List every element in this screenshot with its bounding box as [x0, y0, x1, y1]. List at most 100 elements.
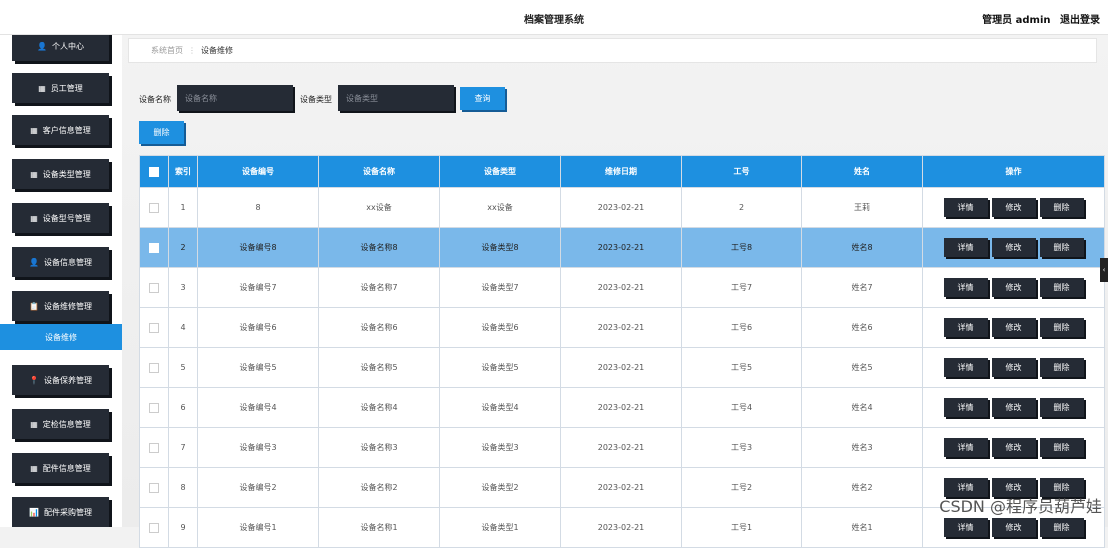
edit-button[interactable]: 修改 — [991, 238, 1036, 257]
sidebar-item-label: 配件采购管理 — [43, 507, 92, 517]
column-header: 姓名 — [801, 155, 923, 188]
edit-button[interactable]: 修改 — [991, 518, 1036, 537]
logout-link[interactable]: 退出登录 — [1060, 15, 1100, 26]
cell-index: 5 — [168, 347, 198, 388]
row-select-cell — [139, 467, 169, 508]
detail-button[interactable]: 详情 — [943, 238, 988, 257]
edit-button[interactable]: 修改 — [991, 318, 1036, 337]
detail-button[interactable]: 详情 — [943, 518, 988, 537]
sidebar-item[interactable]: 👤 设备信息管理 — [12, 247, 109, 277]
row-checkbox[interactable] — [149, 442, 159, 453]
edit-button[interactable]: 修改 — [991, 198, 1036, 217]
cell-date: 2023-02-21 — [560, 387, 682, 428]
sidebar-item[interactable]: ▦ 配件信息管理 — [12, 453, 109, 483]
sidebar-item[interactable]: ▦ 定检信息管理 — [12, 409, 109, 439]
detail-button[interactable]: 详情 — [943, 438, 988, 457]
sidebar-item[interactable]: ▦ 设备类型管理 — [12, 159, 109, 189]
row-delete-button[interactable]: 删除 — [1039, 318, 1084, 337]
row-checkbox[interactable] — [149, 282, 159, 293]
cell-job: 工号2 — [681, 467, 802, 508]
detail-button[interactable]: 详情 — [943, 358, 988, 377]
device-type-input[interactable] — [338, 85, 454, 111]
actions-cell: 详情 修改 删除 — [922, 387, 1105, 428]
edit-button[interactable]: 修改 — [991, 438, 1036, 457]
device-name-input[interactable] — [177, 85, 293, 111]
table-row[interactable]: 7 设备编号3 设备名称3 设备类型3 2023-02-21 工号3 姓名3 详情 修改 删除 — [139, 427, 1105, 468]
row-checkbox[interactable] — [149, 402, 159, 413]
sidebar-item[interactable]: 👤 个人中心 — [12, 35, 109, 61]
actions-cell: 详情 修改 删除 — [922, 307, 1105, 348]
edit-button[interactable]: 修改 — [991, 358, 1036, 377]
table-row[interactable]: 1 8 xx设备 xx设备 2023-02-21 2 王莉 详情 修改 删除 — [139, 187, 1105, 228]
breadcrumb-home[interactable]: 系统首页 — [151, 45, 183, 56]
breadcrumb-current: 设备维修 — [201, 46, 233, 55]
row-checkbox[interactable] — [149, 522, 159, 533]
row-checkbox[interactable] — [149, 322, 159, 333]
row-select-cell — [139, 187, 169, 228]
sidebar-item-label: 设备保养管理 — [43, 375, 92, 385]
edit-button[interactable]: 修改 — [991, 278, 1036, 297]
column-header: 工号 — [681, 155, 802, 188]
row-delete-button[interactable]: 删除 — [1039, 278, 1084, 297]
cell-code: 设备编号3 — [197, 427, 319, 468]
detail-button[interactable]: 详情 — [943, 398, 988, 417]
row-checkbox[interactable] — [149, 242, 159, 253]
cell-type: 设备类型7 — [439, 267, 561, 308]
table-row[interactable]: 5 设备编号5 设备名称5 设备类型5 2023-02-21 工号5 姓名5 详情 修改 删除 — [139, 347, 1105, 388]
row-delete-button[interactable]: 删除 — [1039, 518, 1084, 537]
row-delete-button[interactable]: 删除 — [1039, 238, 1084, 257]
detail-button[interactable]: 详情 — [943, 198, 988, 217]
cell-job: 工号1 — [681, 507, 802, 548]
sidebar-item[interactable]: 📍 设备保养管理 — [12, 365, 109, 395]
cell-code: 设备编号7 — [197, 267, 319, 308]
cell-code: 设备编号6 — [197, 307, 319, 348]
actions-cell: 详情 修改 删除 — [922, 187, 1105, 228]
sidebar-item[interactable]: ▦ 设备型号管理 — [12, 203, 109, 233]
sidebar-item[interactable]: ▦ 员工管理 — [12, 73, 109, 103]
row-checkbox[interactable] — [149, 482, 159, 493]
sidebar-item-label: 员工管理 — [50, 83, 83, 93]
breadcrumb-separator-icon: ⋮ — [188, 46, 196, 55]
table-row[interactable]: 4 设备编号6 设备名称6 设备类型6 2023-02-21 工号6 姓名6 详情 修改 删除 — [139, 307, 1105, 348]
select-all-cell — [139, 155, 169, 188]
row-delete-button[interactable]: 删除 — [1039, 438, 1084, 457]
table-row[interactable]: 6 设备编号4 设备名称4 设备类型4 2023-02-21 工号4 姓名4 详情 修改 删除 — [139, 387, 1105, 428]
row-select-cell — [139, 307, 169, 348]
row-checkbox[interactable] — [149, 202, 159, 213]
cell-type: 设备类型5 — [439, 347, 561, 388]
sidebar-item[interactable]: 📋 设备维修管理 — [12, 291, 109, 321]
cell-code: 设备编号1 — [197, 507, 319, 548]
cell-code: 设备编号2 — [197, 467, 319, 508]
cell-job: 工号5 — [681, 347, 802, 388]
collapse-handle-icon[interactable]: ‹ — [1100, 258, 1108, 282]
select-all-checkbox[interactable] — [149, 166, 159, 177]
cell-name: 设备名称6 — [318, 307, 440, 348]
cell-index: 1 — [168, 187, 198, 228]
sidebar-item[interactable]: 📊 配件采购管理 — [12, 497, 109, 527]
edit-button[interactable]: 修改 — [991, 398, 1036, 417]
cell-date: 2023-02-21 — [560, 227, 682, 268]
cell-name: 设备名称8 — [318, 227, 440, 268]
sidebar-item[interactable]: ▦ 客户信息管理 — [12, 115, 109, 145]
row-delete-button[interactable]: 删除 — [1039, 198, 1084, 217]
detail-button[interactable]: 详情 — [943, 278, 988, 297]
cell-job: 工号8 — [681, 227, 802, 268]
query-button[interactable]: 查询 — [460, 87, 505, 110]
sidebar-subitem-active[interactable]: 设备维修 — [0, 324, 122, 350]
cell-type: 设备类型3 — [439, 427, 561, 468]
sidebar-item-label: 客户信息管理 — [42, 125, 91, 135]
row-delete-button[interactable]: 删除 — [1039, 398, 1084, 417]
grid-icon: ▦ — [30, 419, 38, 429]
detail-button[interactable]: 详情 — [943, 318, 988, 337]
row-checkbox[interactable] — [149, 362, 159, 373]
cell-date: 2023-02-21 — [560, 427, 682, 468]
table-row[interactable]: 3 设备编号7 设备名称7 设备类型7 2023-02-21 工号7 姓名7 详情 修改 删除 — [139, 267, 1105, 308]
column-header: 设备编号 — [197, 155, 319, 188]
sidebar-item-label: 配件信息管理 — [42, 463, 91, 473]
row-select-cell — [139, 227, 169, 268]
delete-button[interactable]: 删除 — [139, 121, 184, 144]
table-row[interactable]: 2 设备编号8 设备名称8 设备类型8 2023-02-21 工号8 姓名8 详情 修改 删除 — [139, 227, 1105, 268]
cell-index: 8 — [168, 467, 198, 508]
row-delete-button[interactable]: 删除 — [1039, 358, 1084, 377]
cell-name: 设备名称4 — [318, 387, 440, 428]
